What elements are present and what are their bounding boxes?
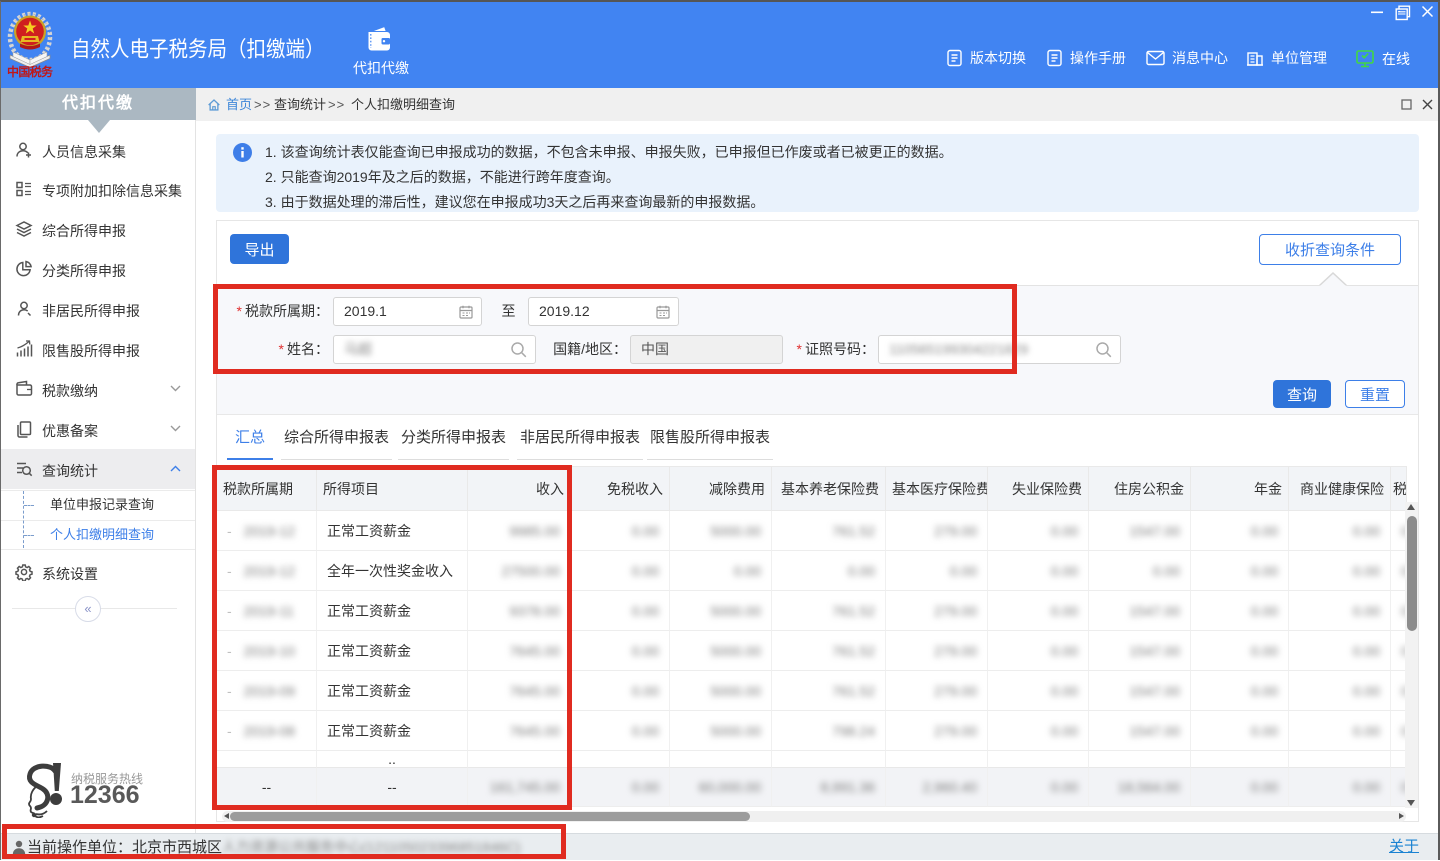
- svg-text:中国税务: 中国税务: [7, 64, 54, 78]
